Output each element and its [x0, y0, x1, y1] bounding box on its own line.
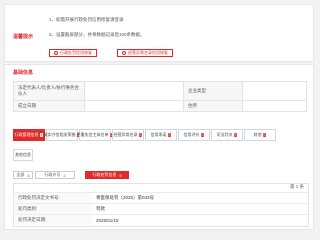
tab-label: 信用评价	[183, 132, 200, 137]
tab-other-info[interactable]: 其他信息	[13, 149, 33, 161]
doc-number-value: 青医保处罚〔2025〕第033号	[92, 192, 308, 204]
filter-all[interactable]: 全部 4	[13, 171, 33, 179]
tab-label: 诚实守信相关荣誉	[43, 132, 76, 137]
table-row: 处罚决定日期: 2025/01/15	[14, 214, 308, 225]
base-info-title: 基础信息	[13, 70, 34, 76]
tip-line-1: 1、如需开展行政处罚信用修复请登录	[49, 17, 124, 22]
tab-credit-evaluation[interactable]: 信用评价 0	[178, 129, 210, 141]
tab-label: 司法判决	[216, 132, 233, 137]
established-date-key: 成立日期	[13, 100, 85, 112]
filter-admin-penalty[interactable]: 行政处罚信息 5	[85, 171, 129, 179]
penalty-record: 第 1 条 行政处罚决定文书号: 青医保处罚〔2025〕第033号 处罚类别: …	[13, 183, 309, 227]
tips-label: 温馨提示	[13, 34, 34, 40]
filter-count: 2	[63, 172, 66, 178]
penalty-date-key: 处罚决定日期:	[14, 214, 92, 225]
table-row: 行政处罚决定文书号: 青医保处罚〔2025〕第033号	[14, 192, 308, 204]
table-row: 成立日期 住所	[13, 100, 307, 112]
info-icon	[54, 51, 58, 55]
penalty-category-key: 处罚类别:	[14, 203, 92, 215]
tab-judicial-judgment[interactable]: 司法判决 0	[211, 129, 243, 141]
address-key: 住所	[183, 100, 243, 112]
tab-serious-dishonesty[interactable]: 严重失信主体名单0	[76, 129, 114, 141]
tab-count: 0	[262, 133, 267, 137]
tip-line-2: 2、设置截屏部分，并将数据记录后100条数据。	[49, 32, 145, 37]
tab-count: 0	[233, 133, 238, 137]
tab-abnormal-operation[interactable]: 经营异常名录 0	[112, 129, 144, 141]
filter-label: 全部	[16, 172, 25, 177]
penalty-category-value: 罚款	[92, 203, 308, 215]
filter-label: 行政许可	[44, 172, 61, 177]
base-info-panel: 基础信息 法定代表人/负责人/执行事务合伙人 企业类型 成立日期 住所 行政管理…	[4, 64, 314, 230]
tab-label: 其他信息	[15, 152, 31, 157]
company-type-key: 企业类型	[183, 81, 243, 101]
tab-label: 经营异常名录	[113, 132, 138, 137]
credit-repair-penalty-label: 行政处罚信用修复	[60, 50, 92, 55]
filter-label: 行政处罚信息	[92, 172, 117, 177]
record-table: 行政处罚决定文书号: 青医保处罚〔2025〕第033号 处罚类别: 罚款 处罚决…	[14, 192, 308, 225]
tab-label: 其他	[253, 132, 262, 137]
tab-honesty-honors[interactable]: 诚实守信相关荣誉0	[43, 129, 81, 141]
company-type-value	[242, 81, 307, 101]
base-info-table: 法定代表人/负责人/执行事务合伙人 企业类型 成立日期 住所	[13, 81, 307, 112]
tab-label: 信用承诺	[150, 132, 167, 137]
legal-rep-key: 法定代表人/负责人/执行事务合伙人	[13, 81, 85, 101]
tab-label: 严重失信主体名单	[76, 132, 109, 137]
tab-count: 0	[200, 133, 205, 137]
tab-count: 0	[138, 133, 143, 137]
filter-count: 4	[27, 172, 30, 178]
table-row: 处罚类别: 罚款	[14, 203, 308, 215]
credit-repair-abnormal-button[interactable]: 经营异常名录信用修复	[117, 49, 173, 57]
doc-number-key: 行政处罚决定文书号:	[14, 192, 92, 204]
credit-repair-penalty-button[interactable]: 行政处罚信用修复	[49, 49, 97, 57]
filter-count: 5	[119, 172, 122, 178]
credit-repair-abnormal-label: 经营异常名录信用修复	[128, 50, 168, 55]
tab-other[interactable]: 其他 0	[244, 129, 276, 141]
tips-panel: 温馨提示 1、如需开展行政处罚信用修复请登录 2、设置截屏部分，并将数据记录后1…	[4, 4, 314, 62]
record-index: 第 1 条	[289, 184, 304, 189]
info-icon	[122, 51, 126, 55]
filter-admin-license[interactable]: 行政许可 2	[35, 171, 75, 179]
established-date-value	[84, 100, 184, 112]
tab-admin-management[interactable]: 行政管理信息 4	[13, 129, 45, 141]
penalty-date-value: 2025/01/15	[92, 214, 308, 225]
address-value	[242, 100, 307, 112]
tab-credit-commitment[interactable]: 信用承诺 0	[145, 129, 177, 141]
tab-count: 0	[167, 133, 172, 137]
legal-rep-value	[84, 81, 184, 101]
tab-label: 行政管理信息	[14, 132, 39, 137]
table-row: 法定代表人/负责人/执行事务合伙人 企业类型	[13, 81, 307, 101]
